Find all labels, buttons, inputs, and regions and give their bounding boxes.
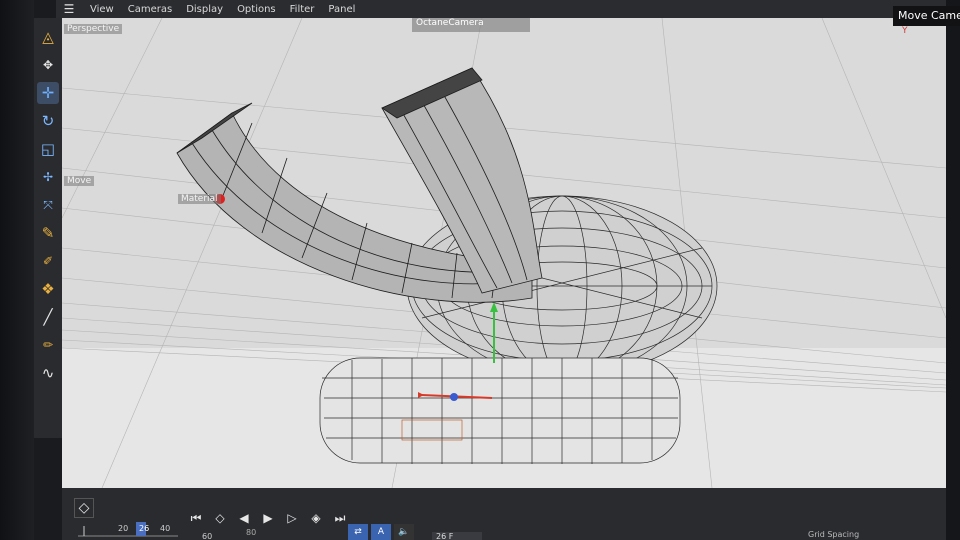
hamburger-menu-icon[interactable]: ☰ xyxy=(62,2,76,16)
keyframe-diamond-icon[interactable]: ◇ xyxy=(74,498,94,518)
prev-key-icon[interactable]: ◇ xyxy=(210,508,230,528)
3d-viewport[interactable]: Perspective OctaneCamera Move Material xyxy=(62,18,946,488)
base-mesh xyxy=(319,357,681,464)
loop-icon[interactable]: ⇄ xyxy=(348,524,368,540)
tick-label: 20 xyxy=(118,524,129,533)
extrude-icon[interactable]: ❖ xyxy=(37,278,59,300)
scene-wireframe xyxy=(62,18,946,488)
rotate-icon[interactable]: ↻ xyxy=(37,110,59,132)
move-camera-panel[interactable]: Move Came xyxy=(893,6,960,26)
play-icon[interactable]: ▶ xyxy=(258,508,278,528)
grid-spacing-label: Grid Spacing xyxy=(808,530,860,539)
viewport-menubar: ☰ View Cameras Display Options Filter Pa… xyxy=(56,0,946,18)
left-toolbar: ◬ ✥ ✛ ↻ ◱ ✢ ⤧ ✎ ✐ ❖ ╱ ✏ ∿ xyxy=(34,18,62,438)
select-icon[interactable]: ◬ xyxy=(37,26,59,48)
camera-label[interactable]: OctaneCamera xyxy=(412,18,530,32)
next-key-icon[interactable]: ◈ xyxy=(306,508,326,528)
view-label: Perspective xyxy=(64,24,123,34)
move-label: Move xyxy=(64,176,95,186)
transform-tool-icon[interactable]: ✥ xyxy=(37,54,59,76)
playback-mode-buttons: ⇄ A 🔈 xyxy=(348,524,414,540)
sculpt-icon[interactable]: ✏ xyxy=(37,334,59,356)
menu-options[interactable]: Options xyxy=(237,4,276,15)
menu-view[interactable]: View xyxy=(90,4,114,15)
tick-label-current: 26 xyxy=(139,524,150,533)
knife-icon[interactable]: ✐ xyxy=(37,250,59,272)
axes-mini-icon: Y xyxy=(902,26,908,36)
brush-icon[interactable]: ╱ xyxy=(37,306,59,328)
step-back-icon[interactable]: ◀ xyxy=(234,508,254,528)
menu-panel[interactable]: Panel xyxy=(328,4,355,15)
step-forward-icon[interactable]: ▷ xyxy=(282,508,302,528)
spline-pen-icon[interactable]: ✎ xyxy=(37,222,59,244)
menu-cameras[interactable]: Cameras xyxy=(128,4,172,15)
timeline-panel: ◇ 20 26 40 60 ⏮ ◇ ◀ ▶ ▷ ◈ ⏭ ⇄ A 🔈 80 26 … xyxy=(62,488,946,540)
tick-label: 40 xyxy=(160,524,171,533)
move-icon[interactable]: ✛ xyxy=(37,82,59,104)
autokey-icon[interactable]: A xyxy=(371,524,391,540)
frame-field[interactable]: 26 F xyxy=(432,532,482,540)
monitor-bezel-left xyxy=(0,0,34,540)
expand-icon[interactable]: ⤧ xyxy=(37,194,59,216)
go-start-icon[interactable]: ⏮ xyxy=(186,508,206,528)
transport-controls: ⏮ ◇ ◀ ▶ ▷ ◈ ⏭ xyxy=(186,508,350,528)
menu-display[interactable]: Display xyxy=(186,4,223,15)
spline-icon[interactable]: ∿ xyxy=(37,362,59,384)
scale-icon[interactable]: ◱ xyxy=(37,138,59,160)
timeline-number: 80 xyxy=(246,528,257,537)
menu-filter[interactable]: Filter xyxy=(290,4,315,15)
tick-label: 60 xyxy=(202,532,213,540)
axis-move-icon[interactable]: ✢ xyxy=(37,166,59,188)
monitor-bezel-right xyxy=(946,0,960,540)
sound-icon[interactable]: 🔈 xyxy=(394,524,414,540)
go-end-icon[interactable]: ⏭ xyxy=(330,508,350,528)
material-label: Material xyxy=(178,194,221,204)
